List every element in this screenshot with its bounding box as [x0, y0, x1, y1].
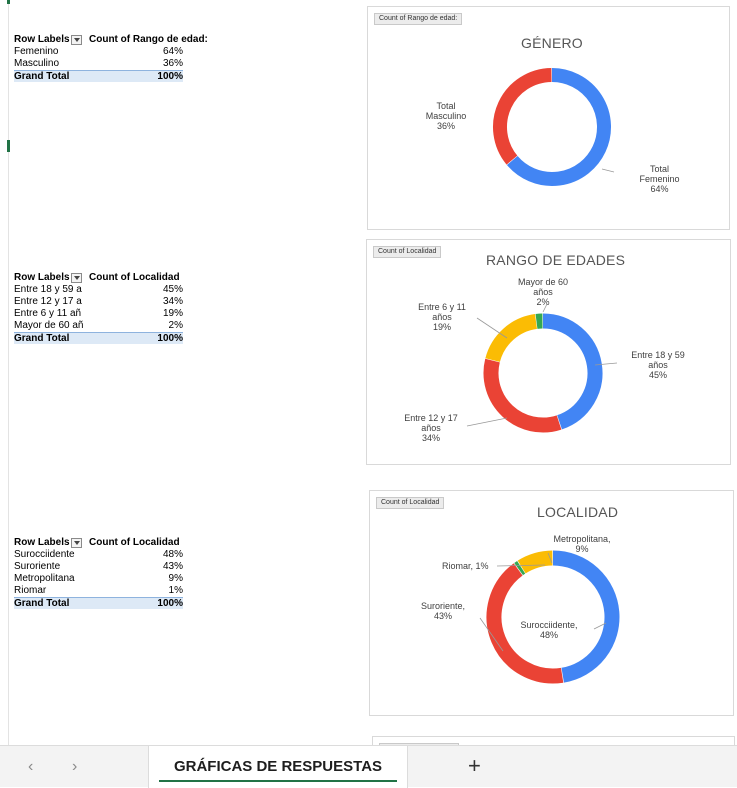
data-label-masculino: TotalMasculino36%: [416, 101, 476, 131]
pivot-row[interactable]: Metropolitana9%: [14, 573, 227, 585]
donut-slice-femenino[interactable]: [512, 75, 604, 179]
pivot-row-label: Mayor de 60 añ: [14, 320, 87, 332]
pivot-row-labels-header: Row Labels: [14, 34, 70, 46]
pivot-row-label: Femenino: [14, 46, 87, 58]
active-tab-underline: [159, 780, 397, 782]
pivot-row[interactable]: Surocciidente48%: [14, 549, 227, 561]
pivot-row-label: Riomar: [14, 585, 87, 597]
pivot-total-value: 100%: [87, 71, 183, 82]
pivot-row-value: 19%: [87, 308, 183, 320]
pivot-row[interactable]: Entre 18 y 59 a45%: [14, 284, 227, 296]
pivot-row-label: Suroriente: [14, 561, 87, 573]
pivot-row-label: Entre 6 y 11 añ: [14, 308, 87, 320]
row-header-edge: [8, 0, 9, 745]
donut-slice-entre-6-y-11-a-os[interactable]: [493, 321, 536, 360]
sheet-tab-bar: ‹ › GRÁFICAS DE RESPUESTAS +: [0, 745, 737, 787]
pivot-row-label: Entre 18 y 59 a: [14, 284, 87, 296]
pivot-row[interactable]: Riomar1%: [14, 585, 227, 597]
filter-dropdown-icon[interactable]: [71, 35, 82, 45]
donut-slice-masculino[interactable]: [500, 75, 551, 160]
pivot-grand-total-row[interactable]: Grand Total100%: [14, 332, 183, 344]
pivot-value-header: Count of Rango de edad:: [87, 34, 227, 46]
chart-partial[interactable]: [372, 736, 735, 745]
row-selection-marker: [7, 140, 10, 152]
pivot-row-value: 9%: [87, 573, 183, 585]
pivot-total-value: 100%: [87, 333, 183, 344]
pivot-row-value: 2%: [87, 320, 183, 332]
pivot-table-localidad[interactable]: Row Labels Count of Localidad Surocciide…: [14, 537, 227, 609]
donut-slice-entre-18-y-59-a-os[interactable]: [543, 321, 595, 422]
pivot-row-value: 34%: [87, 296, 183, 308]
pivot-row-label: Metropolitana: [14, 573, 87, 585]
pivot-row-label: Entre 12 y 17 a: [14, 296, 87, 308]
pivot-total-label: Grand Total: [14, 598, 87, 609]
pivot-header-row: Row Labels Count of Localidad: [14, 272, 227, 284]
pivot-row-label: Surocciidente: [14, 549, 87, 561]
data-label-mayor-60: Mayor de 60años2%: [510, 277, 576, 307]
add-sheet-icon[interactable]: +: [468, 755, 481, 777]
donut-slice-entre-12-y-17-a-os[interactable]: [491, 361, 559, 425]
leader-line: [467, 418, 507, 426]
donut-slice-surocciidente[interactable]: [553, 558, 612, 675]
pivot-total-label: Grand Total: [14, 333, 87, 344]
filter-dropdown-icon[interactable]: [71, 273, 82, 283]
pivot-table-edades[interactable]: Row Labels Count of Localidad Entre 18 y…: [14, 272, 227, 344]
pivot-row-value: 64%: [87, 46, 183, 58]
pivot-row-label: Masculino: [14, 58, 87, 70]
leader-line: [602, 169, 614, 172]
pivot-row[interactable]: Masculino36%: [14, 58, 227, 70]
prev-sheet-icon[interactable]: ‹: [28, 758, 33, 776]
row-selection-marker-top: [7, 0, 10, 4]
data-label-riomar: Riomar, 1%: [442, 561, 502, 571]
pivot-row[interactable]: Mayor de 60 añ2%: [14, 320, 227, 332]
pivot-header-row: Row Labels Count of Localidad: [14, 537, 227, 549]
data-label-surocciidente: Surocciidente,48%: [509, 620, 589, 640]
data-label-entre-6-11: Entre 6 y 11años19%: [409, 302, 475, 332]
data-label-entre-12-17: Entre 12 y 17años34%: [396, 413, 466, 443]
donut-slice-riomar[interactable]: [519, 567, 522, 569]
pivot-row[interactable]: Entre 6 y 11 añ19%: [14, 308, 227, 320]
pivot-row-labels-header: Row Labels: [14, 272, 70, 284]
pivot-header-row: Row Labels Count of Rango de edad:: [14, 34, 227, 46]
worksheet-grid[interactable]: Row Labels Count of Rango de edad: Femen…: [0, 0, 737, 745]
pivot-total-value: 100%: [87, 598, 183, 609]
pivot-row-value: 1%: [87, 585, 183, 597]
chart-rango-edades[interactable]: Count of Localidad RANGO DE EDADES Mayor…: [366, 239, 731, 465]
filter-dropdown-icon[interactable]: [71, 538, 82, 548]
pivot-row-value: 48%: [87, 549, 183, 561]
pivot-grand-total-row[interactable]: Grand Total100%: [14, 597, 183, 609]
leader-line: [477, 318, 507, 338]
sheet-tab-graficas[interactable]: GRÁFICAS DE RESPUESTAS: [148, 746, 408, 788]
pivot-grand-total-row[interactable]: Grand Total100%: [14, 70, 183, 82]
pivot-table-genero[interactable]: Row Labels Count of Rango de edad: Femen…: [14, 34, 227, 82]
pivot-row-value: 45%: [87, 284, 183, 296]
pivot-total-label: Grand Total: [14, 71, 87, 82]
data-label-suroriente: Suroriente,43%: [414, 601, 472, 621]
sheet-tab-label: GRÁFICAS DE RESPUESTAS: [174, 758, 382, 775]
pivot-row[interactable]: Suroriente43%: [14, 561, 227, 573]
data-label-femenino: TotalFemenino64%: [632, 164, 687, 194]
pivot-value-header: Count of Localidad: [87, 537, 227, 549]
data-label-entre-18-59: Entre 18 y 59años45%: [623, 350, 693, 380]
pivot-row[interactable]: Entre 12 y 17 a34%: [14, 296, 227, 308]
chart-localidad[interactable]: Count of Localidad LOCALIDAD Metropolita…: [369, 490, 734, 716]
pivot-value-header: Count of Localidad: [87, 272, 227, 284]
chart-genero[interactable]: Count of Rango de edad: GÉNERO TotalMasc…: [367, 6, 730, 230]
next-sheet-icon[interactable]: ›: [72, 758, 77, 776]
pivot-row[interactable]: Femenino64%: [14, 46, 227, 58]
data-label-metropolitana: Metropolitana,9%: [546, 534, 618, 554]
pivot-row-value: 36%: [87, 58, 183, 70]
pivot-row-value: 43%: [87, 561, 183, 573]
pivot-row-labels-header: Row Labels: [14, 537, 70, 549]
